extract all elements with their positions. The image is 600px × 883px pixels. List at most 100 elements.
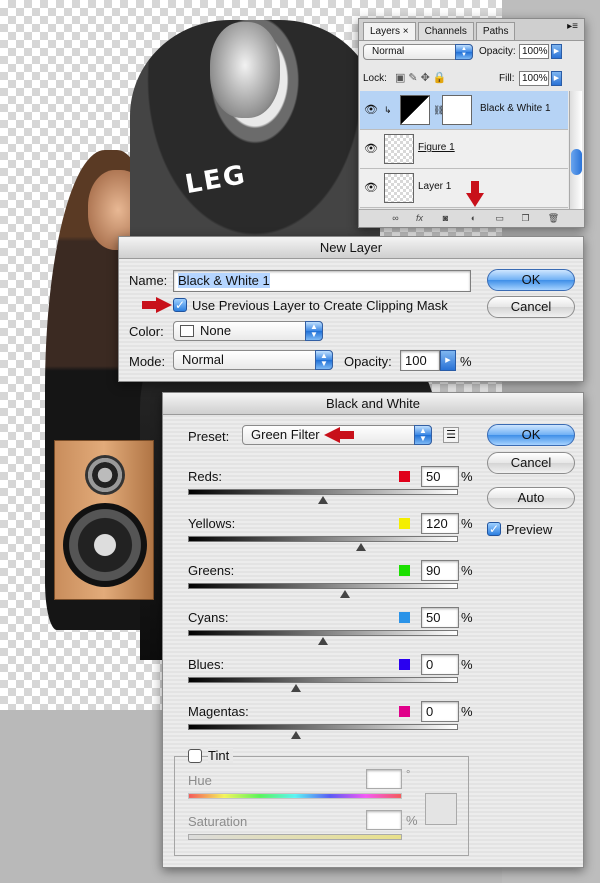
link-icon[interactable]: ∞ [389,213,402,224]
group-folder-icon[interactable]: ▭ [493,213,506,224]
layer-row-figure[interactable]: 👁 Figure 1 [360,130,568,169]
mask-icon[interactable]: ◙ [439,213,452,224]
red-arrow-right-icon [142,297,172,313]
opacity-label: Opacity: [479,46,516,57]
color-select[interactable]: None ▲ ▼ [173,321,323,341]
channel-label: Reds: [188,469,222,484]
channel-slider-thumb[interactable] [318,496,328,504]
opacity-arrow-icon[interactable]: ▶ [551,44,562,59]
ok-button[interactable]: OK [487,269,575,291]
channel-slider-thumb[interactable] [355,543,366,551]
channel-value-field[interactable]: 50 [421,607,459,628]
black-white-dialog: Black and White Preset: Green Filter ▲ ▼ … [162,392,584,868]
channel-color-swatch [399,565,410,576]
layers-footer: ∞ fx ◙ ◐ ▭ ❐ 🗑 [359,209,584,227]
channel-slider-thumb[interactable] [318,637,328,645]
channel-label: Yellows: [188,516,236,531]
new-layer-icon[interactable]: ❐ [519,213,532,224]
trash-icon[interactable]: 🗑 [547,213,560,224]
channel-color-swatch [399,659,410,670]
lock-icons[interactable]: ▣✎✥🔒 [395,71,450,84]
ok-button[interactable]: OK [487,424,575,446]
tab-channels-label: Channels [424,26,467,37]
channel-slider-thumb[interactable] [291,731,301,739]
new-layer-dialog: New Layer Name: Black & White 1 ✓ Use Pr… [118,236,584,382]
layer-row-black-white[interactable]: 👁 ↳ ⛓ Black & White 1 [360,91,568,130]
opacity-arrow-icon[interactable]: ▶ [440,350,456,371]
adjustment-thumbnail [400,95,430,125]
percent-label: % [461,610,473,625]
man-head [210,22,280,118]
opacity-label: Opacity: [344,354,392,369]
preset-options-icon[interactable]: ☰ [443,427,459,443]
scrollbar-thumb[interactable] [571,149,582,175]
cancel-button[interactable]: Cancel [487,452,575,474]
channel-slider-track[interactable] [188,677,458,683]
opacity-field[interactable]: 100 [400,350,440,371]
close-icon[interactable]: × [403,26,409,37]
eye-icon[interactable]: 👁 [364,142,378,156]
fx-icon[interactable]: fx [413,213,426,224]
tab-channels[interactable]: Channels [417,22,474,40]
cancel-button[interactable]: Cancel [487,296,575,318]
layer-name: Figure 1 [418,142,455,153]
adjustment-layer-icon[interactable]: ◐ [467,213,480,224]
chevron-updown-icon: ▲ ▼ [305,321,323,341]
preview-checkbox[interactable]: ✓ [487,522,501,536]
eye-icon[interactable]: 👁 [364,103,378,117]
layer-row-layer1[interactable]: 👁 Layer 1 [360,169,568,208]
hue-label: Hue [188,773,212,788]
channel-color-swatch [399,612,410,623]
channel-slider-thumb[interactable] [339,590,350,598]
channel-slider-track[interactable] [188,724,458,730]
fill-arrow-icon[interactable]: ▶ [551,71,562,86]
channel-slider-track[interactable] [188,536,458,542]
channel-slider-track[interactable] [188,489,458,495]
opacity-input[interactable]: 100% [519,44,549,59]
speaker-woofer [63,503,147,587]
channel-color-swatch [399,706,410,717]
channel-label: Blues: [188,657,225,672]
saturation-label: Saturation [188,814,248,829]
dialog-title: New Layer [119,237,583,259]
preset-label: Preset: [188,429,230,444]
chevron-updown-icon: ▲ ▼ [455,44,473,60]
channel-slider-track[interactable] [188,583,458,589]
auto-button[interactable]: Auto [487,487,575,509]
layers-scrollbar[interactable] [569,91,582,209]
channel-slider-track[interactable] [188,630,458,636]
chevron-updown-icon: ▲ ▼ [414,425,432,445]
percent-label: % [461,516,473,531]
clipping-mask-checkbox[interactable]: ✓ [173,298,187,312]
chevron-updown-icon: ▲ ▼ [315,350,333,370]
channel-label: Greens: [188,563,235,578]
channel-value-field[interactable]: 0 [421,701,459,722]
channel-slider-thumb[interactable] [291,684,301,692]
layer-name-field[interactable]: Black & White 1 [173,270,471,292]
color-value: None [200,323,232,338]
mode-value: Normal [182,352,224,367]
blend-mode-select[interactable]: Normal ▲ ▼ [363,44,473,60]
eye-icon[interactable]: 👁 [364,181,378,195]
fill-input[interactable]: 100% [519,71,549,86]
percent-label: % [461,657,473,672]
tint-checkbox[interactable] [188,749,202,763]
channel-value-field[interactable]: 120 [421,513,459,534]
tab-paths[interactable]: Paths [475,22,516,40]
channel-color-swatch [399,518,410,529]
layers-panel-tabs: Layers × Channels Paths ▸≡ [359,19,584,41]
percent-label: % [461,469,473,484]
mode-label: Mode: [129,354,166,369]
panel-menu-icon[interactable]: ▸≡ [567,21,578,32]
mode-select[interactable]: Normal ▲ ▼ [173,350,333,370]
tab-layers[interactable]: Layers × [363,22,416,40]
saturation-unit: % [406,813,418,828]
saturation-field [366,810,402,830]
channel-value-field[interactable]: 0 [421,654,459,675]
tab-paths-label: Paths [482,26,509,37]
channel-value-field[interactable]: 90 [421,560,459,581]
hue-spectrum-track [188,793,402,799]
percent-label: % [460,354,472,369]
channel-value-field[interactable]: 50 [421,466,459,487]
channel-label: Magentas: [188,704,249,719]
